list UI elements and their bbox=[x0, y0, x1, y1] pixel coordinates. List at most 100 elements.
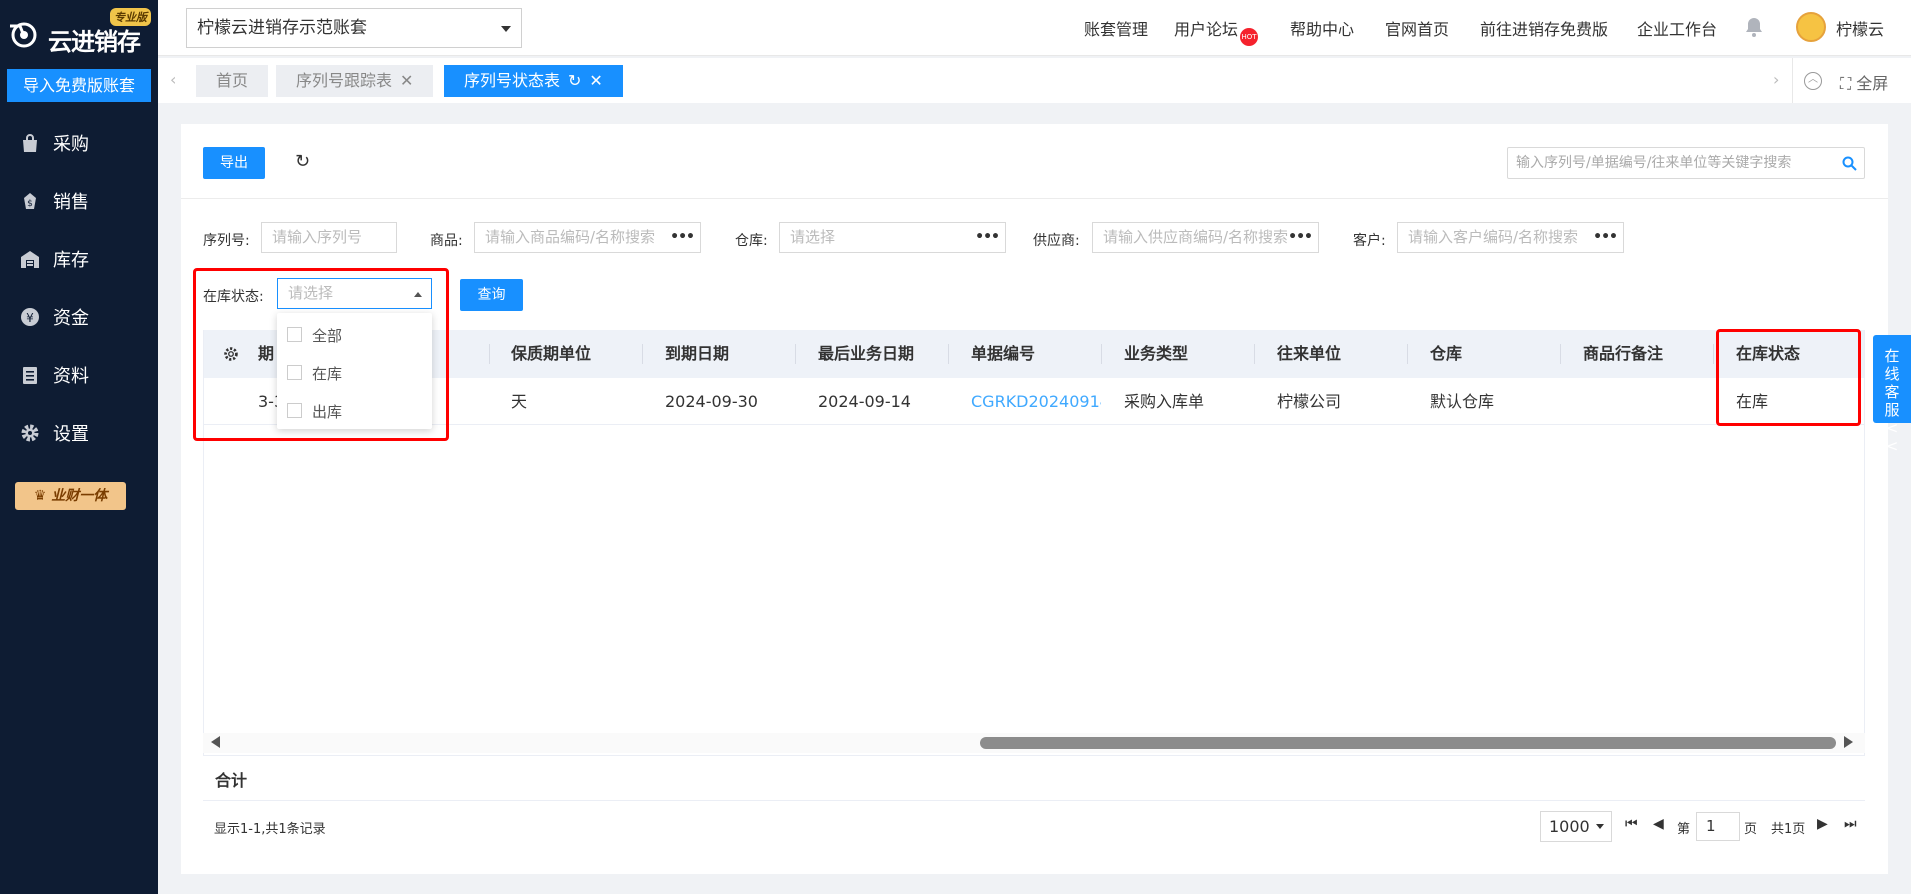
column-header: 往来单位 bbox=[1277, 344, 1342, 363]
scroll-left-icon[interactable] bbox=[211, 736, 220, 748]
search-input[interactable]: 输入序列号/单据编号/往来单位等关键字搜索 bbox=[1507, 147, 1865, 179]
nav-official-site[interactable]: 官网首页 bbox=[1385, 16, 1449, 40]
more-icon[interactable]: ••• bbox=[975, 223, 1000, 252]
import-free-account-button[interactable]: 导入免费版账套 bbox=[7, 69, 151, 102]
tab-label: 首页 bbox=[216, 71, 249, 90]
collapse-up-icon[interactable]: ︿ bbox=[1804, 72, 1822, 90]
warehouse-icon bbox=[21, 251, 39, 268]
fullscreen-button[interactable]: ⛶ 全屏 bbox=[1840, 70, 1888, 94]
account-select[interactable]: 柠檬云进销存示范账套 bbox=[186, 8, 522, 48]
fullscreen-icon: ⛶ bbox=[1840, 74, 1852, 93]
column-divider bbox=[1713, 344, 1714, 364]
tabs-next-icon[interactable]: › bbox=[1773, 70, 1779, 89]
sidebar-item-label: 资料 bbox=[53, 366, 89, 387]
status-column-highlight bbox=[1716, 329, 1861, 426]
edition-badge: 专业版 bbox=[110, 8, 151, 26]
page-size-select[interactable]: 1000 bbox=[1540, 811, 1612, 842]
sidebar: 云进销存 专业版 导入免费版账套 采购 $ 销售 库存 ¥ 资金 资料 设置 ♛… bbox=[0, 0, 158, 894]
table-cell: 天 bbox=[511, 392, 528, 411]
sidebar-item-settings[interactable]: 设置 bbox=[0, 404, 158, 462]
serial-label: 序列号: bbox=[203, 233, 250, 249]
column-header: 保质期单位 bbox=[511, 344, 592, 363]
bell-icon[interactable] bbox=[1743, 16, 1765, 38]
account-select-value: 柠檬云进销存示范账套 bbox=[197, 18, 367, 38]
search-placeholder: 输入序列号/单据编号/往来单位等关键字搜索 bbox=[1516, 155, 1792, 171]
refresh-icon[interactable]: ↻ bbox=[295, 151, 310, 172]
column-divider bbox=[1560, 344, 1561, 364]
svg-text:¥: ¥ bbox=[26, 311, 34, 325]
tab-serial-tracking[interactable]: 序列号跟踪表 ✕ bbox=[276, 65, 434, 97]
sidebar-item-inventory[interactable]: 库存 bbox=[0, 230, 158, 288]
nav-enterprise-workbench[interactable]: 企业工作台 bbox=[1637, 16, 1717, 40]
divider bbox=[181, 198, 1888, 199]
horizontal-scrollbar[interactable] bbox=[203, 733, 1865, 753]
more-icon[interactable]: ••• bbox=[1288, 223, 1313, 252]
column-divider bbox=[1101, 344, 1102, 364]
supplier-placeholder: 请输入供应商编码/名称搜索 bbox=[1103, 228, 1289, 246]
tabs-prev-icon[interactable]: ‹ bbox=[170, 70, 176, 89]
warehouse-input[interactable]: 请选择 ••• bbox=[779, 222, 1006, 253]
doc-number-link[interactable]: CGRKD20240914 bbox=[971, 379, 1101, 425]
sidebar-item-label: 采购 bbox=[53, 134, 89, 155]
user-name[interactable]: 柠檬云 bbox=[1836, 16, 1884, 40]
page-input[interactable]: 1 bbox=[1696, 812, 1740, 841]
serial-input[interactable]: 请输入序列号 bbox=[261, 222, 397, 253]
sidebar-item-data[interactable]: 资料 bbox=[0, 346, 158, 404]
export-button[interactable]: 导出 bbox=[203, 147, 265, 179]
gear-icon bbox=[21, 424, 39, 442]
crown-icon: ♛ bbox=[33, 488, 47, 504]
stock-status-highlight bbox=[193, 268, 449, 441]
search-icon[interactable] bbox=[1842, 156, 1857, 171]
column-header: 最后业务日期 bbox=[818, 344, 915, 363]
tab-label: 序列号状态表 bbox=[464, 71, 561, 90]
tab-serial-status[interactable]: 序列号状态表 ↻ ✕ bbox=[444, 65, 623, 97]
nav-user-forum-label: 用户论坛 bbox=[1174, 20, 1239, 39]
refresh-icon[interactable]: ↻ bbox=[568, 71, 581, 90]
nav-account-management[interactable]: 账套管理 bbox=[1084, 16, 1148, 40]
nav-free-version[interactable]: 前往进销存免费版 bbox=[1480, 16, 1608, 40]
logo[interactable]: 云进销存 专业版 bbox=[10, 8, 158, 56]
total-pages: 共1页 bbox=[1771, 822, 1806, 837]
query-button[interactable]: 查询 bbox=[460, 279, 523, 311]
tab-home[interactable]: 首页 bbox=[196, 65, 269, 97]
sidebar-item-funds[interactable]: ¥ 资金 bbox=[0, 288, 158, 346]
scrollbar-thumb[interactable] bbox=[980, 737, 1836, 749]
scroll-right-icon[interactable] bbox=[1844, 736, 1853, 748]
page-size-value: 1000 bbox=[1549, 817, 1590, 836]
sidebar-item-sales[interactable]: $ 销售 bbox=[0, 172, 158, 230]
product-placeholder: 请输入商品编码/名称搜索 bbox=[485, 228, 656, 246]
product-input[interactable]: 请输入商品编码/名称搜索 ••• bbox=[474, 222, 701, 253]
online-service-tab[interactable]: 在线客服<< bbox=[1873, 335, 1911, 455]
chevron-down-icon bbox=[501, 26, 511, 32]
close-icon[interactable]: ✕ bbox=[400, 71, 413, 90]
nav-user-forum[interactable]: 用户论坛 HOT bbox=[1174, 16, 1259, 46]
column-header: 单据编号 bbox=[971, 344, 1036, 363]
nav-help-center[interactable]: 帮助中心 bbox=[1290, 16, 1354, 40]
first-page-icon[interactable]: ⏮ bbox=[1625, 816, 1638, 832]
table-cell: 默认仓库 bbox=[1430, 392, 1495, 411]
next-page-icon[interactable]: ▶ bbox=[1817, 816, 1828, 832]
more-icon[interactable]: ••• bbox=[1593, 223, 1618, 252]
avatar[interactable] bbox=[1796, 12, 1826, 42]
more-icon[interactable]: ••• bbox=[670, 223, 695, 252]
total-label: 合计 bbox=[215, 771, 248, 790]
prev-page-icon[interactable]: ◀ bbox=[1653, 816, 1664, 832]
last-page-icon[interactable]: ⏭ bbox=[1844, 816, 1857, 832]
sidebar-item-label: 库存 bbox=[53, 250, 89, 271]
sidebar-item-purchase[interactable]: 采购 bbox=[0, 114, 158, 172]
table-cell: 采购入库单 bbox=[1124, 392, 1205, 411]
supplier-input[interactable]: 请输入供应商编码/名称搜索 ••• bbox=[1092, 222, 1319, 253]
promo-badge[interactable]: ♛ 业财一体 bbox=[15, 482, 126, 510]
records-summary: 显示1-1,共1条记录 bbox=[214, 822, 326, 837]
shopping-bag-icon bbox=[23, 134, 37, 152]
sidebar-item-label: 设置 bbox=[53, 424, 89, 445]
table-cell: 2024-09-30 bbox=[665, 392, 758, 411]
customer-input[interactable]: 请输入客户编码/名称搜索 ••• bbox=[1397, 222, 1624, 253]
close-icon[interactable]: ✕ bbox=[589, 71, 602, 90]
page-prefix: 第 bbox=[1677, 822, 1691, 837]
sidebar-item-label: 销售 bbox=[53, 192, 89, 213]
divider bbox=[1864, 330, 1865, 800]
customer-label: 客户: bbox=[1353, 233, 1386, 249]
customer-placeholder: 请输入客户编码/名称搜索 bbox=[1408, 228, 1579, 246]
product-label: 商品: bbox=[430, 233, 463, 249]
